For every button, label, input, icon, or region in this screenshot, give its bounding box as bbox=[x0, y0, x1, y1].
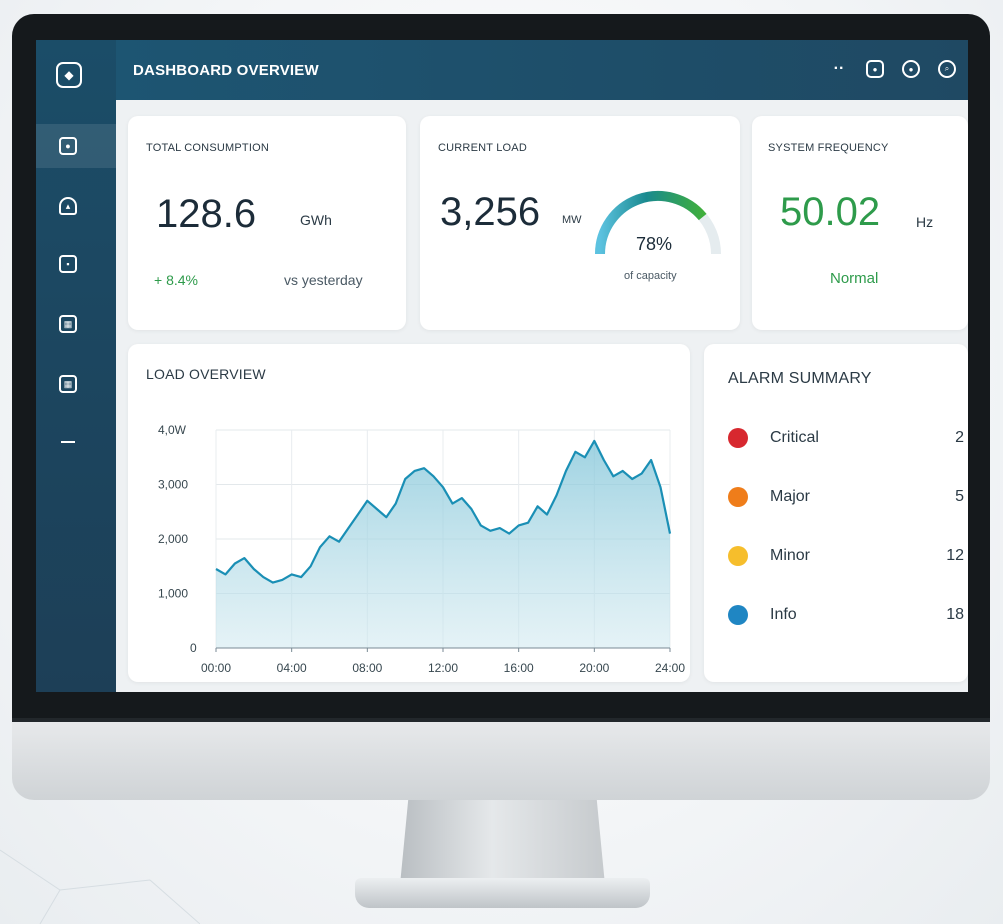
critical-dot-icon bbox=[728, 428, 748, 448]
building-icon: ▦ bbox=[59, 315, 77, 333]
x-tick-label: 00:00 bbox=[201, 661, 231, 675]
y-tick-label: 3,000 bbox=[158, 478, 188, 492]
search-icon[interactable]: ⌕ bbox=[938, 60, 956, 78]
frequency-card: SYSTEM FREQUENCY 50.02 Hz Normal bbox=[752, 116, 968, 330]
minus-icon bbox=[61, 441, 75, 443]
sidebar: ◆ ● ▴ ▪ ▦ ▦ bbox=[36, 40, 116, 692]
frequency-label: SYSTEM FREQUENCY bbox=[768, 142, 889, 154]
load-unit: MW bbox=[562, 214, 582, 226]
alarm-row-info[interactable]: Info 18 bbox=[728, 603, 964, 627]
load-card: CURRENT LOAD 3,256 MW 78% of capacity bbox=[420, 116, 740, 330]
page-title: DASHBOARD OVERVIEW bbox=[133, 61, 319, 79]
alarm-name: Critical bbox=[770, 429, 819, 446]
consumption-value: 128.6 bbox=[156, 192, 257, 236]
y-tick-label: 1,000 bbox=[158, 587, 188, 601]
load-label: CURRENT LOAD bbox=[438, 142, 527, 154]
alarm-count: 18 bbox=[946, 606, 964, 623]
consumption-change: + 8.4% bbox=[154, 272, 198, 288]
sidebar-item-home[interactable]: ● bbox=[36, 124, 116, 168]
alarm-count: 12 bbox=[946, 547, 964, 564]
alarm-summary-title: ALARM SUMMARY bbox=[728, 370, 872, 387]
alarm-count: 2 bbox=[955, 429, 964, 446]
x-tick-label: 12:00 bbox=[428, 661, 458, 675]
sidebar-item-device[interactable]: ▪ bbox=[36, 242, 116, 286]
monitor-chin bbox=[12, 722, 990, 800]
more-icon[interactable]: ·· bbox=[830, 60, 848, 78]
alarm-name: Major bbox=[770, 488, 811, 505]
gauge-icon: ▴ bbox=[59, 197, 77, 215]
consumption-label: TOTAL CONSUMPTION bbox=[146, 142, 269, 154]
alarm-summary-card: ALARM SUMMARY Critical 2 Major 5 Minor 1… bbox=[704, 344, 968, 682]
device-icon: ▪ bbox=[59, 255, 77, 273]
x-tick-label: 08:00 bbox=[352, 661, 382, 675]
y-tick-label: 4,0W bbox=[158, 423, 187, 437]
frequency-value: 50.02 bbox=[780, 190, 881, 234]
consumption-card: TOTAL CONSUMPTION 128.6 GWh + 8.4% vs ye… bbox=[128, 116, 406, 330]
header-actions: ·· ● ● ⌕ bbox=[830, 60, 956, 78]
monitor-stand-neck bbox=[400, 800, 605, 885]
gauge-caption: of capacity bbox=[624, 270, 677, 282]
alarm-row-critical[interactable]: Critical 2 bbox=[728, 426, 964, 450]
top-bar: DASHBOARD OVERVIEW ·· ● ● ⌕ bbox=[116, 40, 968, 100]
major-dot-icon bbox=[728, 487, 748, 507]
consumption-unit: GWh bbox=[300, 212, 332, 228]
home-icon: ● bbox=[59, 137, 77, 155]
sidebar-item-grid[interactable]: ▦ bbox=[36, 362, 116, 406]
camera-icon[interactable]: ● bbox=[866, 60, 884, 78]
sidebar-item-building[interactable]: ▦ bbox=[36, 302, 116, 346]
info-dot-icon bbox=[728, 605, 748, 625]
alarm-name: Minor bbox=[770, 547, 811, 564]
x-tick-label: 24:00 bbox=[655, 661, 685, 675]
x-tick-label: 20:00 bbox=[579, 661, 609, 675]
frequency-status: Normal bbox=[830, 270, 879, 287]
alarm-count: 5 bbox=[955, 488, 964, 505]
frequency-unit: Hz bbox=[916, 214, 934, 230]
load-overview-card: LOAD OVERVIEW 0 1,000 2,000 3,000 4,0W 00:00 0… bbox=[128, 344, 690, 682]
alarm-row-major[interactable]: Major 5 bbox=[728, 485, 964, 509]
x-tick-label: 16:00 bbox=[504, 661, 534, 675]
minor-dot-icon bbox=[728, 546, 748, 566]
clock-icon[interactable]: ● bbox=[902, 60, 920, 78]
y-tick-label: 2,000 bbox=[158, 532, 188, 546]
monitor-stand-base bbox=[355, 878, 650, 908]
decorative-lines bbox=[0, 849, 200, 924]
alarm-row-minor[interactable]: Minor 12 bbox=[728, 544, 964, 568]
app-logo-icon[interactable]: ◆ bbox=[56, 62, 82, 88]
load-value: 3,256 bbox=[440, 190, 541, 234]
sidebar-item-gauge[interactable]: ▴ bbox=[36, 184, 116, 228]
consumption-change-note: vs yesterday bbox=[284, 272, 363, 288]
x-tick-label: 04:00 bbox=[277, 661, 307, 675]
gauge-percent: 78% bbox=[636, 234, 673, 254]
alarm-name: Info bbox=[770, 606, 797, 623]
dashboard-screen: ◆ ● ▴ ▪ ▦ ▦ DASHBOARD OVERVIEW ·· ● ● ⌕ … bbox=[36, 40, 968, 692]
sidebar-item-collapse[interactable] bbox=[36, 420, 116, 464]
grid-icon: ▦ bbox=[59, 375, 77, 393]
load-chart: 0 1,000 2,000 3,000 4,0W 00:00 04:00 08:00 12:00… bbox=[158, 423, 685, 675]
y-tick-label: 0 bbox=[190, 641, 197, 655]
